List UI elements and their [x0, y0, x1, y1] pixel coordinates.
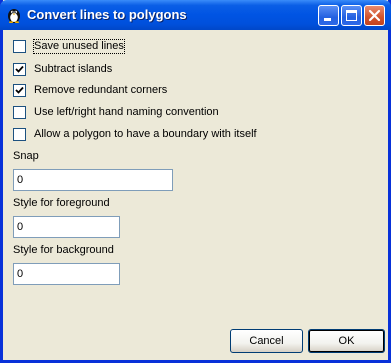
option-save-unused-lines[interactable]: Save unused lines — [13, 39, 163, 54]
maximize-icon — [346, 10, 357, 21]
dialog-window: Convert lines to polygons Save unused li… — [0, 0, 391, 363]
hand-naming-convention-checkbox[interactable] — [13, 106, 26, 119]
save-unused-lines-label: Save unused lines — [33, 39, 125, 54]
window-title: Convert lines to polygons — [27, 7, 187, 22]
close-button[interactable] — [364, 5, 385, 26]
cancel-button[interactable]: Cancel — [230, 329, 303, 353]
background-style-input[interactable] — [13, 263, 120, 285]
background-label: Style for background — [13, 244, 114, 256]
close-icon — [368, 9, 381, 22]
save-unused-lines-checkbox[interactable] — [13, 40, 26, 53]
option-subtract-islands[interactable]: Subtract islands — [13, 63, 163, 77]
option-hand-naming-convention[interactable]: Use left/right hand naming convention — [13, 106, 243, 120]
subtract-islands-label: Subtract islands — [34, 63, 113, 75]
self-boundary-label: Allow a polygon to have a boundary with … — [34, 128, 257, 140]
ok-button[interactable]: OK — [308, 329, 385, 353]
hand-naming-convention-label: Use left/right hand naming convention — [34, 106, 219, 118]
snap-input[interactable] — [13, 169, 173, 191]
remove-redundant-corners-label: Remove redundant corners — [34, 84, 168, 96]
title-bar[interactable]: Convert lines to polygons — [0, 0, 391, 30]
option-remove-redundant-corners[interactable]: Remove redundant corners — [13, 84, 193, 98]
remove-redundant-corners-checkbox[interactable] — [13, 84, 26, 97]
checkmark-icon — [15, 86, 24, 94]
snap-label: Snap — [13, 150, 39, 162]
minimize-icon — [324, 18, 331, 21]
option-self-boundary[interactable]: Allow a polygon to have a boundary with … — [13, 128, 283, 142]
foreground-style-input[interactable] — [13, 216, 120, 238]
self-boundary-checkbox[interactable] — [13, 128, 26, 141]
penguin-icon — [8, 9, 20, 23]
checkmark-icon — [15, 65, 24, 73]
maximize-button[interactable] — [341, 5, 362, 26]
minimize-button[interactable] — [318, 5, 339, 26]
foreground-label: Style for foreground — [13, 197, 110, 209]
subtract-islands-checkbox[interactable] — [13, 63, 26, 76]
